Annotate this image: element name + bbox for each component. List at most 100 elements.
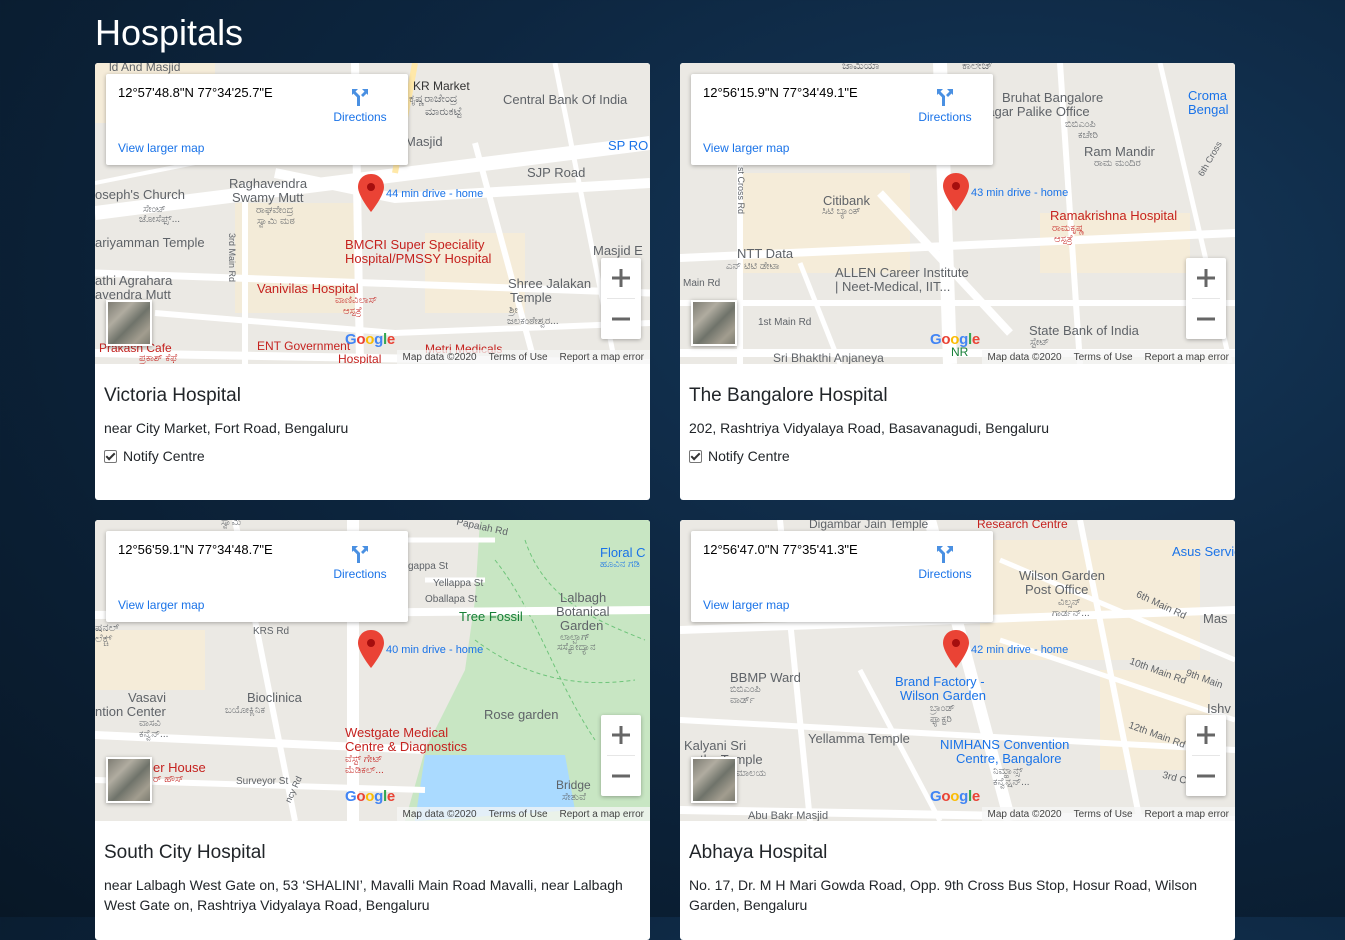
map-label: ಶ್ರೀ (509, 305, 518, 316)
hospital-address: near City Market, Fort Road, Bengaluru (104, 420, 349, 436)
map-label: ALLEN Career Institute (835, 265, 969, 280)
map-embed[interactable]: ಸ್ವಾಮಿ Papaiah Rd Floral C ಹೂವಿನ ಗಡಿ gap… (95, 520, 650, 821)
notify-checkbox[interactable] (689, 449, 702, 463)
map-label: ariyamman Temple (95, 235, 205, 250)
map-label: ಫ್ಯಾಕ್ಟರಿ (930, 714, 952, 725)
map-pin-icon[interactable] (943, 173, 969, 211)
map-coordinates: 12°56'47.0"N 77°35'41.3"E (703, 542, 858, 557)
hospital-name: Abhaya Hospital (689, 842, 828, 863)
view-larger-map-link[interactable]: View larger map (703, 141, 789, 155)
notify-checkbox[interactable] (104, 449, 117, 463)
report-error-link[interactable]: Report a map error (1145, 352, 1229, 363)
map-data-text: Map data ©2020 (987, 351, 1062, 363)
map-label: BBMP Ward (730, 670, 801, 685)
map-label: ಜಾಮಿಯಾ (842, 63, 880, 72)
map-label: NIMHANS Convention (940, 737, 1070, 752)
map-label: Wilson Garden (900, 688, 986, 703)
map-label: NTT Data (737, 246, 794, 261)
map-label: ಕಚೇರಿ (1078, 130, 1098, 141)
map-label: Rose garden (484, 707, 559, 722)
map-label: Garden (560, 618, 604, 633)
view-larger-map-link[interactable]: View larger map (118, 598, 204, 612)
directions-button[interactable]: Directions (330, 543, 390, 581)
zoom-in-button[interactable] (1186, 258, 1226, 298)
map-embed[interactable]: Digambar Jain Temple Research Centre Asu… (680, 520, 1235, 821)
map-label: Main Rd (683, 278, 721, 289)
satellite-toggle[interactable] (106, 757, 152, 803)
satellite-toggle[interactable] (106, 300, 152, 346)
map-label: BMCRI Super Speciality (345, 237, 485, 252)
map-label: ntion Center (95, 704, 166, 719)
report-error-link[interactable]: Report a map error (560, 809, 644, 820)
map-embed[interactable]: ld And Masjid KR Market ಕೃಷ್ಣರಾಜೇಂದ್ರ ಮಾ… (95, 63, 650, 364)
map-label: Sri Bhakthi Anjaneya (773, 351, 884, 364)
map-coordinates: 12°56'15.9"N 77°34'49.1"E (703, 85, 858, 100)
directions-button[interactable]: Directions (915, 86, 975, 124)
hospital-name: The Bangalore Hospital (689, 385, 888, 406)
map-label: st Cross Rd (736, 167, 746, 215)
map-label: Mas (1203, 611, 1228, 626)
view-larger-map-link[interactable]: View larger map (118, 141, 204, 155)
satellite-toggle[interactable] (691, 300, 737, 346)
satellite-toggle[interactable] (691, 757, 737, 803)
map-pin-icon[interactable] (358, 174, 384, 212)
map-label: nagar Palike Office (980, 104, 1090, 119)
directions-button[interactable]: Directions (330, 86, 390, 124)
terms-link[interactable]: Terms of Use (1074, 809, 1133, 820)
zoom-out-button[interactable] (601, 756, 641, 796)
map-label: ಸಸ್ಯೋದ್ಯಾನ (557, 642, 596, 653)
route-label: 44 min drive - home (386, 188, 484, 200)
map-label: ರಾಮ ಮಂದಿರ (1094, 158, 1141, 169)
google-logo: Google (930, 788, 980, 805)
view-larger-map-link[interactable]: View larger map (703, 598, 789, 612)
map-pin-icon[interactable] (358, 630, 384, 668)
map-embed[interactable]: ಜಾಮಿಯಾ ಕಾಲೇಜ್ Bruhat Bangalore nagar Pal… (680, 63, 1235, 364)
map-label: athi Agrahara (95, 273, 173, 288)
map-label: ಬ್ರಾಂಡ್ (930, 703, 955, 714)
notify-centre-option: Notify Centre (104, 448, 205, 464)
route-label: 40 min drive - home (386, 644, 484, 656)
terms-link[interactable]: Terms of Use (1074, 352, 1133, 363)
map-label: ಪ್ರಕಾಶ್ ಕೆಫೆ (139, 353, 178, 364)
map-label: ENT Government (257, 339, 351, 353)
map-info-box: 12°57'48.8"N 77°34'25.7"E Directions Vie… (106, 74, 408, 165)
zoom-in-button[interactable] (1186, 715, 1226, 755)
directions-button[interactable]: Directions (915, 543, 975, 581)
directions-icon (352, 546, 368, 563)
page-title: Hospitals (95, 12, 244, 53)
map-label: Masjid E (593, 243, 643, 258)
map-label: ಗಾರ್ಡನ್... (1052, 608, 1090, 619)
map-label: Yellappa St (433, 578, 484, 589)
map-label: Digambar Jain Temple (809, 520, 929, 531)
map-label: ಕಾಲೇಜ್ (962, 63, 993, 72)
zoom-controls (601, 715, 641, 796)
hospital-card: ಜಾಮಿಯಾ ಕಾಲೇಜ್ Bruhat Bangalore nagar Pal… (680, 63, 1235, 500)
map-label: Ram Mandir (1084, 144, 1155, 159)
map-label: Floral C (600, 545, 646, 560)
map-label: ಕನ್ವೆನ್... (139, 729, 169, 740)
map-label: Ishv (1207, 701, 1231, 716)
zoom-out-button[interactable] (601, 299, 641, 339)
map-label: ಬಿಬಿಎಂಪಿ (730, 684, 761, 695)
map-attribution: Map data ©2020 Terms of Use Report a map… (396, 350, 650, 364)
map-label: Oballapa St (425, 594, 478, 605)
map-label: oseph's Church (95, 187, 185, 202)
map-label: Wilson Garden (1019, 568, 1105, 583)
zoom-out-button[interactable] (1186, 299, 1226, 339)
report-error-link[interactable]: Report a map error (1145, 809, 1229, 820)
map-label: ಜೋಸೆಫ್ಸ್... (139, 214, 181, 225)
zoom-out-button[interactable] (1186, 756, 1226, 796)
map-label: Centre, Bangalore (956, 751, 1062, 766)
google-logo: Google (345, 788, 395, 805)
terms-link[interactable]: Terms of Use (489, 352, 548, 363)
terms-link[interactable]: Terms of Use (489, 809, 548, 820)
zoom-in-icon (1197, 269, 1215, 287)
map-label: ld And Masjid (109, 63, 181, 74)
zoom-in-button[interactable] (601, 715, 641, 755)
map-pin-icon[interactable] (943, 630, 969, 668)
map-label: Central Bank Of India (503, 92, 628, 107)
map-label: ವಿಲ್ಸನ್ (1058, 597, 1081, 608)
report-error-link[interactable]: Report a map error (560, 352, 644, 363)
map-label: Post Office (1025, 582, 1089, 597)
zoom-in-button[interactable] (601, 258, 641, 298)
